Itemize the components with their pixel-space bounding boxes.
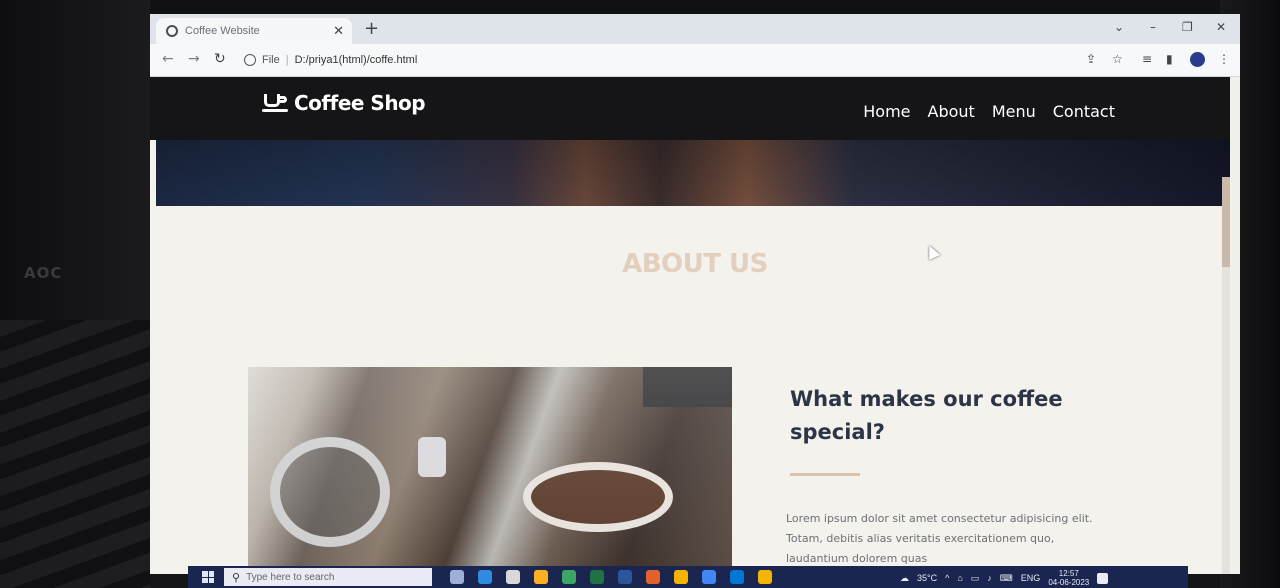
windows-start-icon[interactable] [202, 571, 214, 583]
close-window-icon[interactable]: ✕ [1216, 20, 1226, 34]
about-paragraph: Lorem ipsum dolor sit amet consectetur a… [786, 512, 1093, 565]
clock-time: 12:57 [1058, 569, 1079, 578]
screen: Coffee Website ✕ + ⌄ – ❐ ✕ ← → ↻ File | … [150, 14, 1240, 574]
chrome-icon[interactable] [702, 570, 716, 584]
tab-search-icon[interactable]: ⌄ [1114, 20, 1124, 34]
heading-underline [790, 473, 860, 476]
menu-kebab-icon[interactable]: ⋮ [1218, 52, 1230, 66]
info-icon[interactable] [244, 54, 256, 66]
url-text[interactable]: D:/priya1(html)/coffe.html [295, 54, 418, 66]
tab-title: Coffee Website [185, 25, 260, 37]
reading-list-icon[interactable]: ≡ [1142, 52, 1152, 66]
browser-tabbar: Coffee Website ✕ + ⌄ – ❐ ✕ [150, 14, 1240, 44]
volume-icon[interactable]: ♪ [987, 573, 992, 583]
store-icon[interactable] [562, 570, 576, 584]
monitor-bezel-top [0, 0, 1280, 14]
browser-toolbar: ← → ↻ File | D:/priya1(html)/coffe.html … [150, 44, 1240, 77]
back-icon[interactable]: ← [162, 51, 174, 67]
windows-taskbar: ⚲ Type here to search ☁ 35°C ^ ⌂ ▭ ♪ ⌨ E… [188, 566, 1188, 588]
keyboard-background [0, 320, 150, 588]
folder-icon[interactable] [534, 570, 548, 584]
webpage: Coffee Shop Home About Menu Contact ABOU… [150, 77, 1230, 574]
profile-avatar-icon[interactable] [1190, 52, 1205, 67]
logo-text: Coffee Shop [294, 91, 426, 115]
about-coffee-image [248, 367, 732, 574]
search-icon: ⚲ [232, 570, 241, 584]
forward-icon[interactable]: → [188, 51, 200, 67]
hero-banner-image [156, 140, 1230, 206]
site-header: Coffee Shop Home About Menu Contact [150, 77, 1230, 140]
url-scheme-label: File [262, 54, 280, 66]
word-icon[interactable] [618, 570, 632, 584]
new-tab-button[interactable]: + [364, 18, 379, 39]
taskbar-clock[interactable]: 12:57 04-06-2023 [1048, 569, 1089, 587]
clock-date: 04-06-2023 [1048, 578, 1090, 587]
excel-icon[interactable] [590, 570, 604, 584]
reload-icon[interactable]: ↻ [214, 51, 226, 67]
task-view-icon[interactable] [450, 570, 464, 584]
notification-icon[interactable] [1097, 572, 1109, 584]
chrome-canary-icon[interactable] [674, 570, 688, 584]
nav-home-link[interactable]: Home [863, 102, 910, 121]
globe-icon [166, 25, 178, 37]
nav-contact-link[interactable]: Contact [1053, 102, 1115, 121]
chrome-active-icon[interactable] [758, 570, 772, 584]
share-icon[interactable]: ⇪ [1086, 52, 1096, 66]
network-icon[interactable]: ⌂ [957, 573, 962, 583]
bookmark-star-icon[interactable]: ☆ [1112, 52, 1123, 66]
close-tab-icon[interactable]: ✕ [333, 24, 344, 39]
battery-icon[interactable]: ▭ [971, 573, 980, 584]
address-bar[interactable]: File | D:/priya1(html)/coffe.html [236, 49, 1196, 71]
file-explorer-icon[interactable] [506, 570, 520, 584]
weather-icon[interactable]: ☁ [900, 573, 909, 584]
about-heading: What makes our coffee special? [790, 387, 1063, 444]
minimize-icon[interactable]: – [1150, 20, 1156, 34]
side-panel-icon[interactable]: ▮ [1166, 52, 1173, 66]
temperature-text[interactable]: 35°C [917, 573, 937, 583]
taskbar-search-box[interactable]: ⚲ Type here to search [224, 568, 432, 586]
language-indicator[interactable]: ENG [1021, 573, 1041, 583]
vscode-icon[interactable] [730, 570, 744, 584]
system-tray: ☁ 35°C ^ ⌂ ▭ ♪ ⌨ ENG 12:57 04-06-2023 [900, 569, 1109, 587]
restore-icon[interactable]: ❐ [1182, 20, 1193, 34]
nav-menu-link[interactable]: Menu [992, 102, 1036, 121]
nav-about-link[interactable]: About [928, 102, 975, 121]
monitor-brand-label: AOC [24, 264, 63, 282]
about-section-title: ABOUT US [622, 249, 768, 279]
keyboard-icon[interactable]: ⌨ [1000, 573, 1013, 584]
firefox-icon[interactable] [646, 570, 660, 584]
taskbar-search-placeholder: Type here to search [246, 571, 335, 583]
edge-icon[interactable] [478, 570, 492, 584]
coffee-cup-icon [262, 94, 288, 112]
taskbar-pinned-apps [450, 570, 772, 584]
site-logo[interactable]: Coffee Shop [262, 91, 426, 115]
browser-tab[interactable]: Coffee Website ✕ [156, 18, 352, 44]
url-separator: | [285, 54, 289, 66]
tray-chevron-icon[interactable]: ^ [945, 573, 949, 583]
main-nav: Home About Menu Contact [863, 102, 1115, 121]
